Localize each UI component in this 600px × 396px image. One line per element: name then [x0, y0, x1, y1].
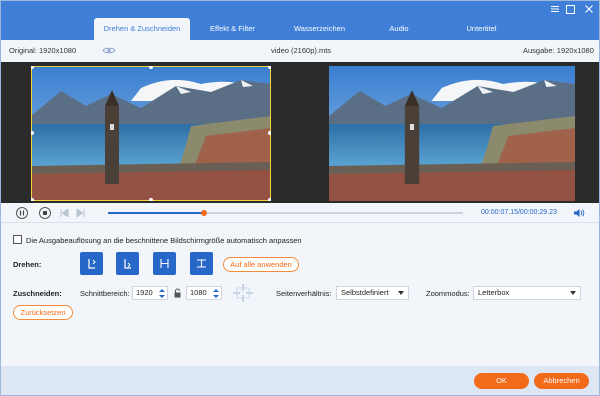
stop-icon[interactable] — [39, 207, 51, 219]
tab-bar: Drehen & Zuschneiden Effekt & Filter Was… — [94, 18, 529, 40]
menu-lines-icon[interactable] — [549, 4, 561, 16]
previous-frame-icon[interactable] — [60, 208, 69, 219]
title-bar: Drehen & Zuschneiden Effekt & Filter Was… — [1, 1, 599, 40]
rotate-right-icon — [124, 259, 131, 269]
crop-handle[interactable] — [268, 66, 271, 69]
aspect-ratio-value: Selbstdefiniert — [341, 288, 389, 297]
flip-vertical-button[interactable] — [190, 252, 213, 275]
tab-effect-filter[interactable]: Effekt & Filter — [190, 18, 275, 40]
zoom-mode-select[interactable]: Letterbox — [473, 286, 581, 300]
rotate-label: Drehen: — [13, 260, 42, 269]
cancel-button[interactable]: Abbrechen — [534, 373, 589, 389]
minimize-icon[interactable] — [566, 5, 575, 14]
landscape-image — [329, 66, 575, 201]
volume-icon[interactable] — [573, 208, 585, 220]
time-display: 00:00:07.15/00:00:29.23 — [481, 209, 557, 216]
tab-audio[interactable]: Audio — [364, 18, 434, 40]
original-resolution: Original: 1920x1080 — [9, 46, 77, 55]
flip-horizontal-button[interactable] — [153, 252, 176, 275]
chevron-down-icon — [398, 291, 404, 295]
close-icon[interactable] — [583, 4, 595, 16]
center-crop-icon[interactable] — [233, 284, 253, 304]
crop-handle[interactable] — [268, 198, 271, 201]
auto-adjust-label: Die Ausgabeauflösung an die beschnittene… — [26, 236, 302, 245]
file-name: video (2160p).mts — [271, 46, 332, 55]
zoom-mode-label: Zoommodus: — [426, 289, 470, 298]
timeline-handle[interactable] — [200, 210, 207, 216]
apply-to-all-button[interactable]: Auf alle anwenden — [223, 257, 299, 272]
height-stepper-icon[interactable] — [212, 288, 220, 301]
rotate-left-icon — [88, 259, 96, 269]
reset-button[interactable]: Zurücksetzen — [13, 305, 73, 320]
crop-handle[interactable] — [268, 131, 271, 135]
timeline-progress — [108, 212, 204, 214]
ok-button[interactable]: OK — [474, 373, 529, 389]
flip-horizontal-icon — [160, 259, 169, 268]
info-bar: Original: 1920x1080 video (2160p).mts Au… — [1, 40, 599, 62]
width-stepper-icon[interactable] — [158, 288, 166, 301]
chevron-down-icon — [570, 291, 576, 295]
output-resolution: Ausgabe: 1920x1080 — [523, 46, 594, 55]
crop-handle[interactable] — [149, 198, 153, 201]
rotate-left-button[interactable] — [80, 252, 103, 275]
crop-label: Zuschneiden: — [13, 289, 62, 298]
crop-frame[interactable] — [31, 66, 271, 201]
pause-icon[interactable] — [16, 207, 28, 219]
crop-handle[interactable] — [31, 198, 34, 201]
tab-subtitle[interactable]: Untertitel — [434, 18, 529, 40]
aspect-ratio-select[interactable]: Selbstdefiniert — [336, 286, 409, 300]
output-preview — [329, 66, 575, 201]
rotate-right-button[interactable] — [116, 252, 139, 275]
flip-vertical-icon — [197, 259, 206, 268]
player-controls: 00:00:07.15/00:00:29.23 — [1, 203, 599, 223]
editor-window: Drehen & Zuschneiden Effekt & Filter Was… — [0, 0, 600, 396]
crop-area-label: Schnittbereich: — [80, 289, 130, 298]
eye-icon[interactable] — [102, 46, 116, 57]
next-frame-icon[interactable] — [76, 208, 85, 219]
tab-rotate-crop[interactable]: Drehen & Zuschneiden — [94, 18, 190, 40]
lock-icon[interactable] — [173, 288, 182, 300]
source-preview[interactable] — [31, 66, 271, 201]
aspect-ratio-label: Seitenverhältnis: — [276, 289, 332, 298]
tab-watermark[interactable]: Wasserzeichen — [275, 18, 364, 40]
auto-adjust-checkbox[interactable] — [13, 235, 22, 244]
zoom-mode-value: Letterbox — [478, 288, 510, 297]
